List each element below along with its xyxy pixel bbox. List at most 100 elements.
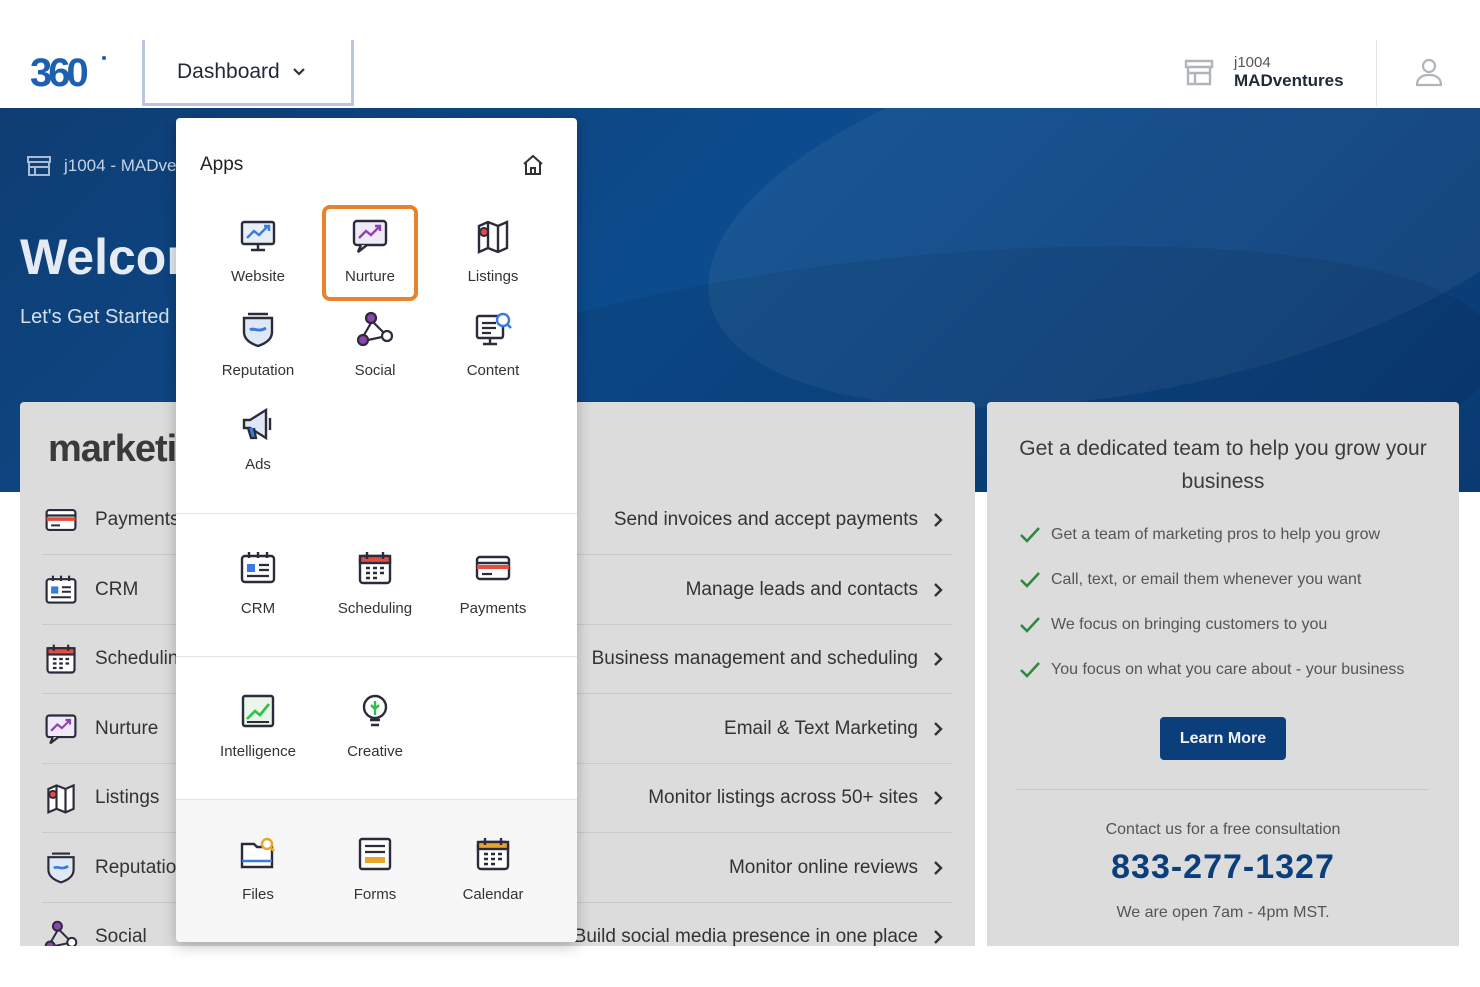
section-divider (176, 656, 577, 657)
app-label: Scheduling (337, 600, 413, 617)
hours-text: We are open 7am - 4pm MST. (1116, 904, 1330, 921)
website-icon (240, 220, 276, 252)
app-content[interactable]: Content (443, 310, 543, 379)
benefit-item: You focus on what you care about - your … (1019, 661, 1404, 679)
app-label: Nurture (344, 268, 396, 285)
app-label: Intelligence (220, 743, 296, 760)
row-name: CRM (95, 578, 139, 600)
chevron-down-icon (292, 67, 305, 76)
checkmark-icon (1020, 572, 1040, 588)
reputation-icon (47, 852, 75, 884)
row-description: Email & Text Marketing (724, 717, 918, 739)
section-divider (176, 513, 577, 514)
scheduling-icon (358, 552, 392, 585)
scheduling-icon (46, 644, 76, 674)
store-icon (1184, 59, 1214, 86)
dedicated-team-card: Get a dedicated team to help you grow yo… (987, 402, 1459, 962)
row-description: Monitor online reviews (728, 856, 918, 878)
user-profile-icon[interactable] (1414, 56, 1444, 88)
app-label: Listings (467, 268, 519, 285)
nurture-icon (45, 713, 77, 744)
files-icon (240, 837, 275, 869)
app-label: Social (354, 362, 396, 379)
creative-icon (362, 694, 388, 727)
store-icon (27, 156, 51, 176)
chevron-right-icon (934, 721, 943, 736)
app-crm[interactable]: CRM (208, 548, 308, 617)
dashboard-dropdown[interactable]: Dashboard (142, 40, 354, 106)
divider (1376, 40, 1377, 106)
home-icon[interactable] (521, 153, 545, 177)
app-label: Calendar (462, 886, 524, 903)
account-id[interactable]: j1004 (1234, 54, 1271, 71)
apps-menu-title: Apps (200, 154, 244, 175)
app-files[interactable]: Files (208, 834, 308, 903)
welcome-subtitle: Let's Get Started (20, 306, 170, 328)
benefit-text: Call, text, or email them whenever you w… (1051, 571, 1362, 588)
app-nurture[interactable]: Nurture (322, 205, 418, 301)
team-card-title: Get a dedicated team to help you grow yo… (1019, 437, 1427, 493)
divider (1017, 789, 1429, 790)
app-label: Reputation (221, 362, 295, 379)
row-description: Build social media presence in one place (573, 926, 918, 947)
row-name: Scheduling (95, 648, 190, 669)
app-label: Website (231, 268, 285, 285)
app-label: Ads (245, 456, 271, 473)
page-bottom (0, 946, 1480, 987)
payments-icon (475, 555, 511, 581)
app-scheduling[interactable]: Scheduling (325, 548, 425, 617)
phone-number[interactable]: 833-277-1327 (987, 848, 1459, 887)
section-divider (176, 799, 577, 800)
benefit-text: You focus on what you care about - your … (1051, 661, 1405, 678)
brand-logo-icon[interactable]: 360 (30, 52, 110, 92)
nurture-icon (352, 219, 388, 253)
learn-more-button[interactable]: Learn More (1160, 717, 1286, 760)
app-social[interactable]: Social (325, 310, 425, 379)
chevron-right-icon (934, 582, 943, 597)
crm-icon (45, 575, 77, 604)
app-label: Payments (459, 600, 527, 617)
row-description: Manage leads and contacts (685, 578, 918, 600)
chevron-right-icon (934, 513, 943, 527)
app-creative[interactable]: Creative (325, 691, 425, 760)
app-reputation[interactable]: Reputation (208, 310, 308, 379)
app-calendar[interactable]: Calendar (443, 834, 543, 903)
account-name[interactable]: MADventures (1234, 71, 1344, 91)
row-description: Business management and scheduling (591, 648, 918, 669)
benefit-item: Get a team of marketing pros to help you… (1019, 526, 1380, 544)
calendar-icon (476, 838, 510, 871)
row-name: Listings (95, 787, 160, 808)
reputation-icon (242, 312, 274, 348)
app-label: Creative (347, 743, 403, 760)
row-description: Monitor listings across 50+ sites (648, 787, 918, 808)
ads-icon (242, 407, 272, 441)
forms-icon (358, 837, 392, 871)
chevron-right-icon (934, 930, 943, 944)
checkmark-icon (1020, 617, 1040, 633)
benefit-item: Call, text, or email them whenever you w… (1019, 571, 1361, 589)
app-label: Forms (353, 886, 397, 903)
chevron-right-icon (934, 791, 943, 805)
listings-icon (47, 783, 75, 815)
app-payments[interactable]: Payments (443, 548, 543, 617)
crm-icon (240, 552, 276, 584)
benefit-text: Get a team of marketing pros to help you… (1051, 526, 1381, 543)
row-name: Payments (95, 509, 180, 530)
benefit-item: We focus on bringing customers to you (1019, 616, 1327, 634)
app-intelligence[interactable]: Intelligence (208, 691, 308, 760)
chevron-right-icon (934, 652, 943, 666)
benefit-text: We focus on bringing customers to you (1051, 616, 1328, 633)
row-name: Nurture (95, 717, 159, 739)
row-name: Reputation (95, 856, 187, 878)
app-ads[interactable]: Ads (208, 404, 308, 473)
contact-text: Contact us for a free consultation (1105, 821, 1341, 838)
app-website[interactable]: Website (208, 216, 308, 285)
row-description: Send invoices and accept payments (613, 509, 918, 530)
chevron-right-icon (934, 860, 943, 875)
row-name: Social (95, 926, 147, 947)
app-forms[interactable]: Forms (325, 834, 425, 903)
app-listings[interactable]: Listings (443, 216, 543, 285)
checkmark-icon (1020, 527, 1040, 543)
app-label: CRM (240, 600, 276, 617)
app-label: Content (466, 362, 520, 379)
